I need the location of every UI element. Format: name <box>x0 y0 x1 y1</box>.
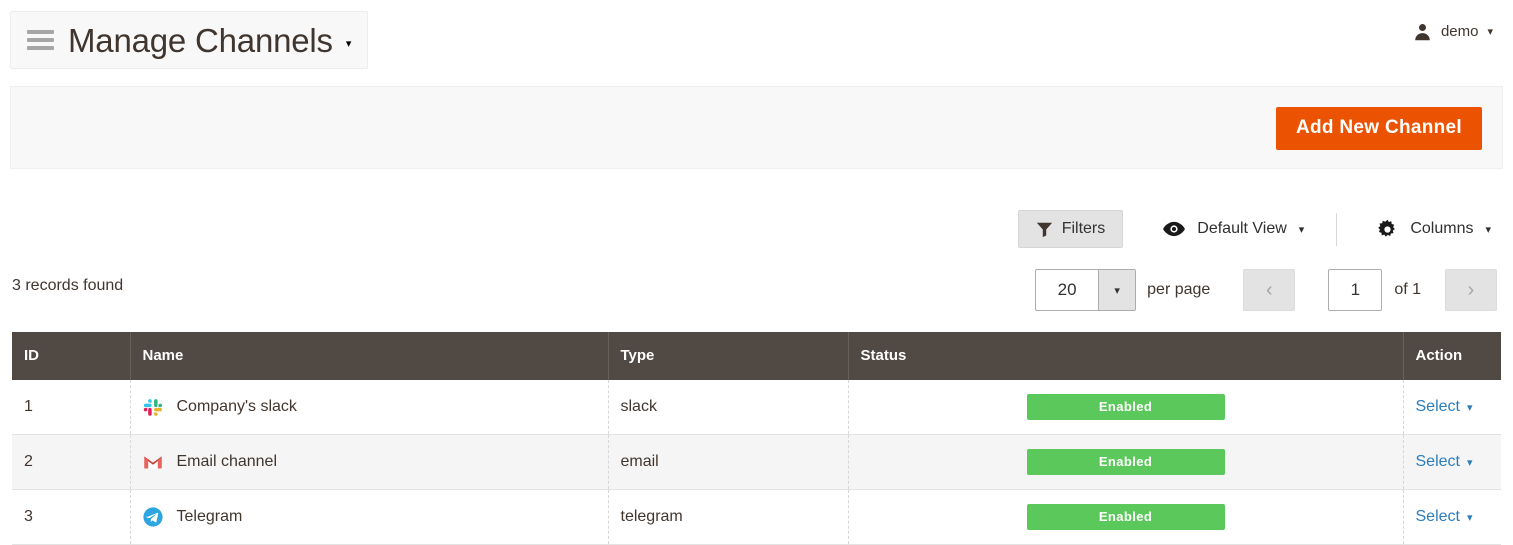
total-pages-label: of 1 <box>1394 281 1421 298</box>
filters-label: Filters <box>1061 220 1106 237</box>
cell-type: slack <box>608 380 849 435</box>
table-header-row: ID Name Type Status Action <box>12 332 1501 380</box>
cell-name: Email channel <box>130 434 609 490</box>
row-select-dropdown[interactable]: Select ▾ <box>1416 398 1473 415</box>
slack-icon <box>143 399 162 416</box>
channel-name-text: Email channel <box>176 453 278 470</box>
row-select-label: Select <box>1415 453 1460 470</box>
page-actions-bar: Add New Channel <box>10 86 1503 169</box>
cell-name: Company's slack <box>130 380 609 435</box>
cell-status: Enabled <box>848 380 1404 435</box>
grid-toolbar: Filters Default View ▾ Columns ▾ <box>1017 209 1497 249</box>
chevron-down-icon[interactable]: ▾ <box>1487 25 1493 38</box>
per-page-select[interactable]: 20 ▾ <box>1035 269 1137 311</box>
table-row[interactable]: 1 Company's slack slack Enabled Select ▾ <box>12 380 1501 435</box>
table-row[interactable]: 3 Telegram telegram Enabled Select ▾ <box>12 489 1501 545</box>
gmail-icon <box>143 456 162 469</box>
status-badge: Enabled <box>1026 394 1225 420</box>
add-new-channel-button[interactable]: Add New Channel <box>1275 107 1482 150</box>
row-select-dropdown[interactable]: Select ▾ <box>1416 508 1473 525</box>
column-header-status[interactable]: Status <box>848 332 1404 380</box>
user-menu[interactable]: demo ▾ <box>1413 18 1493 44</box>
cell-type: telegram <box>608 489 849 545</box>
pagination-controls: 20 ▾ per page ‹ 1 of 1 › <box>1035 269 1497 311</box>
cell-action: Select ▾ <box>1403 434 1501 490</box>
cell-type: email <box>608 434 849 490</box>
chevron-down-icon: ▾ <box>1098 270 1136 310</box>
previous-page-button[interactable]: ‹ <box>1243 269 1296 311</box>
cell-action: Select ▾ <box>1403 380 1501 435</box>
user-name: demo <box>1440 22 1479 40</box>
page-title-block[interactable]: Manage Channels ▾ <box>10 11 369 69</box>
telegram-icon <box>142 507 163 527</box>
user-icon <box>1415 23 1430 40</box>
page-number-input[interactable]: 1 <box>1328 269 1383 311</box>
cell-status: Enabled <box>848 489 1404 545</box>
row-select-label: Select <box>1415 508 1460 525</box>
per-page-label: per page <box>1147 281 1211 298</box>
records-found-label: 3 records found <box>12 277 124 294</box>
chevron-down-icon: ▾ <box>1485 223 1491 236</box>
column-header-type[interactable]: Type <box>608 332 849 380</box>
channel-name-text: Company's slack <box>176 398 297 415</box>
gear-icon <box>1378 219 1396 237</box>
per-page-value: 20 <box>1057 280 1077 299</box>
hamburger-icon[interactable] <box>27 30 54 50</box>
toolbar-divider <box>1336 212 1338 246</box>
status-badge: Enabled <box>1026 449 1225 475</box>
column-header-id[interactable]: ID <box>12 332 131 380</box>
row-select-dropdown[interactable]: Select ▾ <box>1416 453 1473 470</box>
filters-button[interactable]: Filters <box>1017 210 1124 248</box>
cell-action: Select ▾ <box>1403 489 1501 545</box>
status-badge: Enabled <box>1026 504 1225 530</box>
columns-dropdown[interactable]: Columns ▾ <box>1371 210 1497 248</box>
next-page-button[interactable]: › <box>1445 269 1497 311</box>
chevron-down-icon[interactable]: ▾ <box>346 38 352 50</box>
eye-icon <box>1163 221 1186 237</box>
chevron-down-icon: ▾ <box>1466 512 1473 524</box>
cell-status: Enabled <box>848 434 1404 490</box>
columns-label: Columns <box>1410 220 1474 237</box>
cell-id: 1 <box>12 380 131 435</box>
page-header: Manage Channels ▾ demo ▾ <box>0 0 1513 80</box>
cell-id: 2 <box>12 434 131 490</box>
column-header-action: Action <box>1403 332 1501 380</box>
channel-name-text: Telegram <box>176 508 243 525</box>
cell-name: Telegram <box>130 489 609 545</box>
column-header-name[interactable]: Name <box>130 332 609 380</box>
cell-id: 3 <box>12 489 131 545</box>
chevron-down-icon: ▾ <box>1298 223 1305 236</box>
page-title: Manage Channels <box>68 21 333 59</box>
table-row[interactable]: 2 Email channel email Enabled Select ▾ <box>12 434 1501 490</box>
chevron-down-icon: ▾ <box>1466 457 1473 469</box>
funnel-icon <box>1036 222 1052 237</box>
row-select-label: Select <box>1415 398 1460 415</box>
default-view-label: Default View <box>1197 220 1287 237</box>
chevron-down-icon: ▾ <box>1466 402 1473 414</box>
channels-grid: ID Name Type Status Action 1 Company's s… <box>12 332 1501 545</box>
default-view-dropdown[interactable]: Default View ▾ <box>1157 210 1310 248</box>
